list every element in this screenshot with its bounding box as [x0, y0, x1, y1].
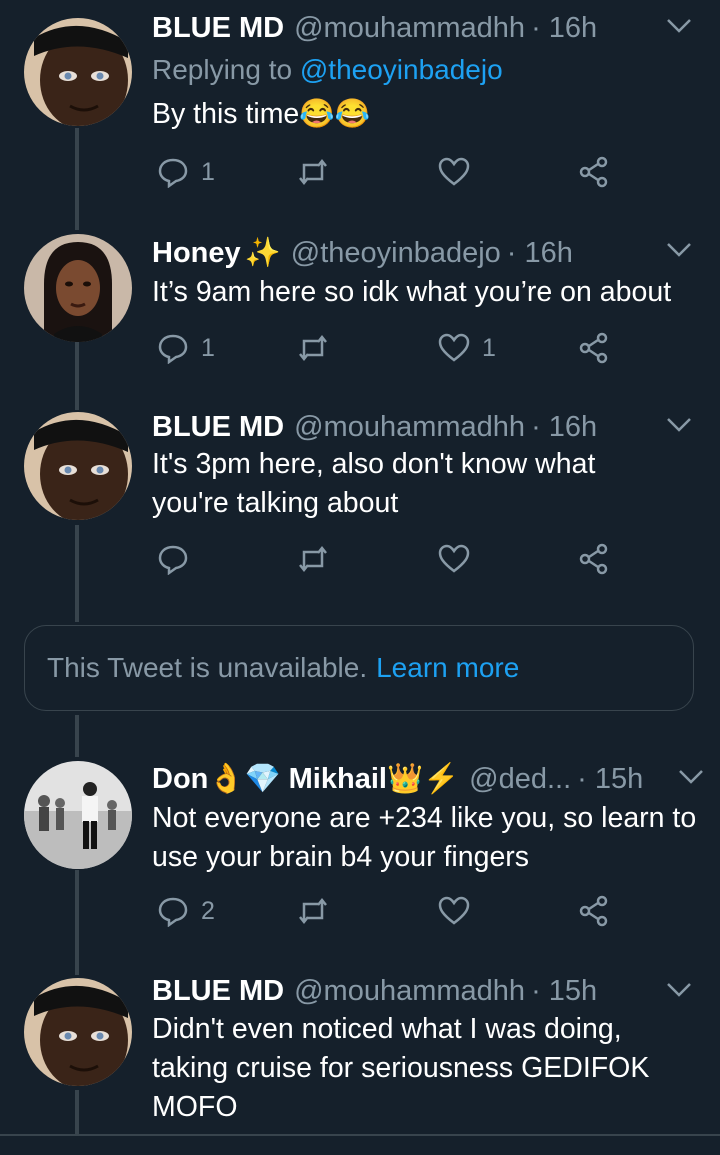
user-handle[interactable]: @mouhammadhh [294, 12, 525, 45]
heart-icon [438, 544, 470, 573]
replying-to: Replying to @theoyinbadejo [152, 54, 503, 86]
tweet-header: Don👌💎 Mikhail👑⚡ @ded... · 15h [152, 759, 700, 799]
share-icon [579, 895, 608, 927]
learn-more-link[interactable]: Learn more [376, 652, 519, 684]
avatar-photo [24, 412, 132, 520]
tweet[interactable]: Honey ✨ @theoyinbadejo · 16h It’s 9am he… [0, 230, 720, 400]
share-button[interactable] [578, 895, 610, 927]
share-icon [579, 543, 608, 575]
like-button[interactable]: 1 [438, 332, 496, 364]
like-button[interactable] [438, 543, 482, 575]
unavailable-tweet-notice: This Tweet is unavailable. Learn more [24, 625, 694, 711]
divider [0, 1134, 720, 1136]
display-name[interactable]: BLUE MD [152, 411, 284, 444]
retweet-button[interactable] [297, 895, 341, 927]
tweet-text: Didn't even noticed what I was doing, ta… [152, 1013, 650, 1123]
retweet-icon [299, 158, 327, 186]
display-name[interactable]: Honey [152, 237, 241, 270]
display-name[interactable]: BLUE MD [152, 12, 284, 45]
share-icon [579, 332, 608, 364]
thread-line [75, 715, 79, 757]
like-button[interactable] [438, 156, 482, 188]
chevron-down-icon[interactable] [666, 417, 692, 433]
retweet-icon [299, 334, 327, 362]
unavailable-text: This Tweet is unavailable. [47, 652, 368, 683]
retweet-button[interactable] [297, 543, 341, 575]
heart-icon [438, 157, 470, 186]
retweet-icon [299, 545, 327, 573]
replying-prefix: Replying to [152, 54, 293, 85]
tweet-header: BLUE MD @mouhammadhh · 16h [152, 8, 700, 48]
retweet-button[interactable] [297, 156, 341, 188]
reply-count: 2 [201, 896, 215, 925]
tweet[interactable]: BLUE MD @mouhammadhh · 16h It's 3pm here… [0, 405, 720, 605]
tweet-actions: 1 1 [152, 332, 632, 372]
timestamp[interactable]: · 16h [531, 411, 597, 444]
replying-handle-link[interactable]: @theoyinbadejo [300, 54, 503, 85]
timestamp[interactable]: · 15h [577, 763, 643, 796]
avatar[interactable] [24, 412, 132, 520]
reply-icon [158, 334, 188, 364]
avatar[interactable] [24, 234, 132, 342]
reply-button[interactable]: 1 [157, 332, 215, 364]
share-icon [579, 156, 608, 188]
timestamp[interactable]: · 16h [507, 237, 573, 270]
reply-button[interactable] [157, 543, 201, 575]
share-button[interactable] [578, 543, 610, 575]
tweet-actions [152, 543, 632, 583]
display-name[interactable]: BLUE MD [152, 975, 284, 1008]
chevron-down-icon[interactable] [666, 18, 692, 34]
sparkles-emoji: ✨ [244, 237, 281, 269]
chevron-down-icon[interactable] [678, 769, 704, 785]
tweet-header: BLUE MD @mouhammadhh · 15h [152, 971, 700, 1011]
avatar-photo [24, 234, 132, 342]
avatar[interactable] [24, 978, 132, 1086]
user-handle[interactable]: @mouhammadhh [294, 975, 525, 1008]
reply-icon [158, 545, 188, 575]
tweet[interactable]: Don👌💎 Mikhail👑⚡ @ded... · 15h Not everyo… [0, 755, 720, 955]
avatar[interactable] [24, 18, 132, 126]
tweet-actions: 1 [152, 156, 632, 196]
user-handle[interactable]: @ded... [469, 763, 571, 796]
like-button[interactable] [438, 895, 482, 927]
reply-icon [158, 158, 188, 188]
display-name[interactable]: Don👌💎 Mikhail👑⚡ [152, 762, 459, 796]
reply-button[interactable]: 2 [157, 895, 215, 927]
tweet[interactable]: BLUE MD @mouhammadhh · 15h Didn't even n… [0, 970, 720, 1135]
tweet-header: BLUE MD @mouhammadhh · 16h [152, 407, 700, 447]
reply-icon [158, 897, 188, 927]
timestamp[interactable]: · 16h [531, 12, 597, 45]
avatar[interactable] [24, 761, 132, 869]
heart-icon [438, 333, 470, 362]
like-count: 1 [482, 333, 496, 362]
tweet[interactable]: BLUE MD @mouhammadhh · 16h Replying to @… [0, 0, 720, 210]
share-button[interactable] [578, 156, 610, 188]
share-button[interactable] [578, 332, 610, 364]
reply-count: 1 [201, 157, 215, 186]
retweet-icon [299, 897, 327, 925]
reply-button[interactable]: 1 [157, 156, 215, 188]
timestamp[interactable]: · 15h [531, 975, 597, 1008]
user-handle[interactable]: @mouhammadhh [294, 411, 525, 444]
tweet-header: Honey ✨ @theoyinbadejo · 16h [152, 233, 700, 273]
tweet-text: By this time😂😂 [152, 98, 371, 130]
chevron-down-icon[interactable] [666, 982, 692, 998]
avatar-photo [24, 978, 132, 1086]
chevron-down-icon[interactable] [666, 242, 692, 258]
avatar-photo [24, 761, 132, 869]
tweet-text: It’s 9am here so idk what you’re on abou… [152, 276, 672, 308]
heart-icon [438, 896, 470, 925]
tweet-text: It's 3pm here, also don't know what you'… [152, 448, 596, 519]
retweet-button[interactable] [297, 332, 341, 364]
tweet-text: Not everyone are +234 like you, so learn… [152, 802, 697, 873]
user-handle[interactable]: @theoyinbadejo [291, 237, 501, 270]
avatar-photo [24, 18, 132, 126]
tweet-actions: 2 [152, 895, 632, 935]
reply-count: 1 [201, 333, 215, 362]
